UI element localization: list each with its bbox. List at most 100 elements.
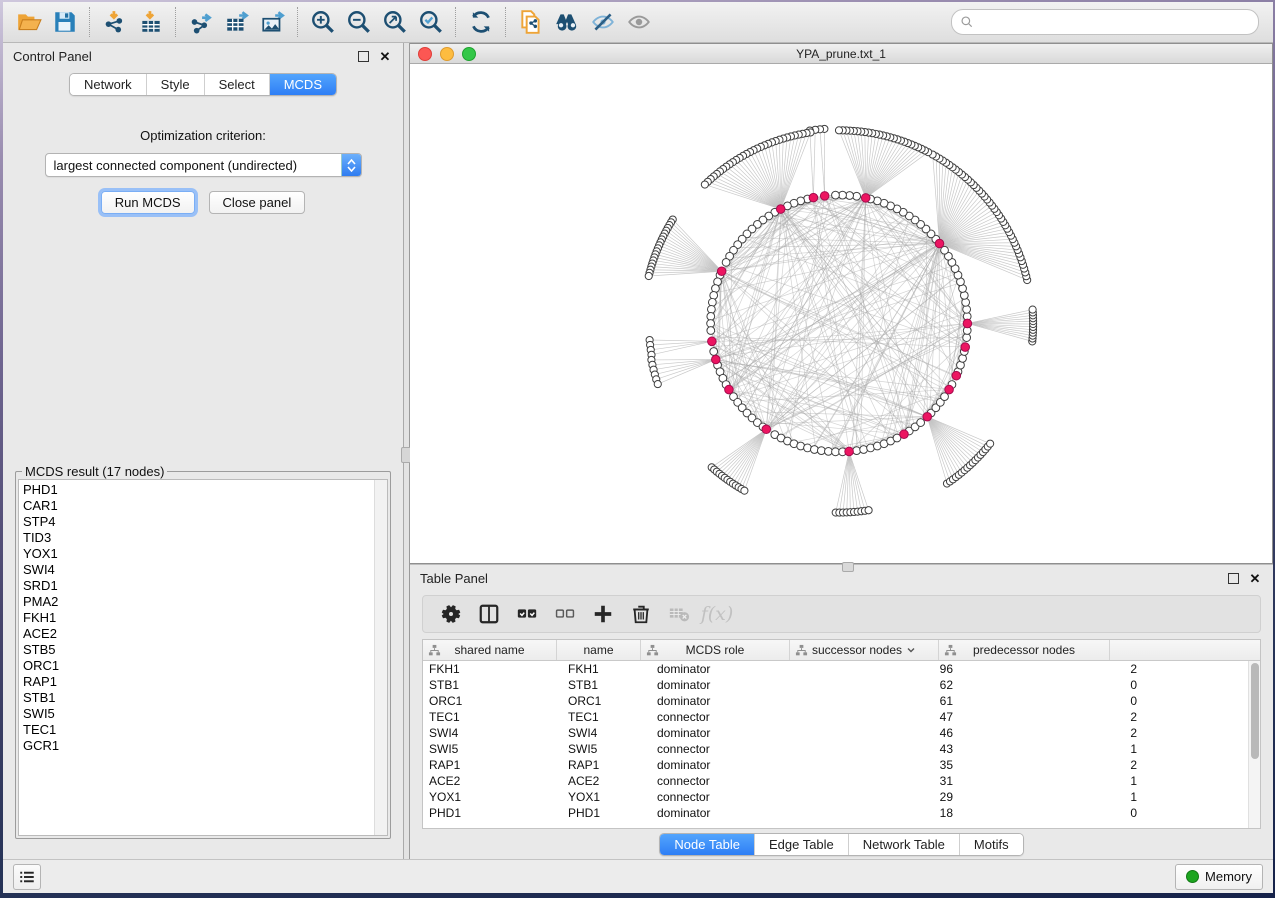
refresh-button[interactable] (463, 6, 499, 38)
search-box[interactable] (951, 9, 1259, 35)
mcds-result-item[interactable]: SWI4 (23, 562, 370, 578)
scrollbar-thumb[interactable] (1251, 663, 1259, 759)
network-graph[interactable] (410, 64, 1272, 563)
import-network-button[interactable] (97, 6, 133, 38)
mcds-list-scrollbar[interactable] (374, 480, 387, 835)
delete-row-button[interactable] (627, 601, 655, 627)
cell-predecessor-nodes: 2 (967, 662, 1147, 676)
mcds-result-item[interactable]: SRD1 (23, 578, 370, 594)
memory-status-icon (1186, 870, 1199, 883)
table-row[interactable]: YOX1YOX1connector291 (423, 789, 1260, 805)
select-all-button[interactable] (513, 601, 541, 627)
clone-network-button[interactable] (513, 6, 549, 38)
export-table-button[interactable] (219, 6, 255, 38)
deselect-all-button[interactable] (551, 601, 579, 627)
mcds-result-item[interactable]: FKH1 (23, 610, 370, 626)
toolbar-separator (175, 7, 177, 37)
cell-predecessor-nodes: 0 (967, 678, 1147, 692)
save-session-button[interactable] (47, 6, 83, 38)
mcds-result-item[interactable]: TEC1 (23, 722, 370, 738)
open-file-button[interactable] (11, 6, 47, 38)
tab-edge-table[interactable]: Edge Table (754, 834, 848, 855)
export-network-button[interactable] (183, 6, 219, 38)
settings-icon (440, 603, 462, 625)
import-network-icon (102, 9, 128, 35)
zoom-out-button[interactable] (341, 6, 377, 38)
toolbar-separator (505, 7, 507, 37)
table-panel-title: Table Panel (420, 571, 1219, 586)
table-panel-float-button[interactable] (1225, 570, 1241, 586)
mcds-result-item[interactable]: TID3 (23, 530, 370, 546)
tab-mcds[interactable]: MCDS (269, 74, 336, 95)
horizontal-splitter-grip[interactable] (842, 562, 854, 572)
zoom-fit-button[interactable] (377, 6, 413, 38)
control-panel-float-button[interactable] (355, 48, 371, 64)
mcds-result-item[interactable]: ACE2 (23, 626, 370, 642)
tree-icon (795, 644, 808, 657)
tab-network[interactable]: Network (70, 74, 146, 95)
tab-network-table[interactable]: Network Table (848, 834, 959, 855)
mcds-result-item[interactable]: STB5 (23, 642, 370, 658)
table-row[interactable]: TEC1TEC1connector472 (423, 709, 1260, 725)
column-header-name[interactable]: name (557, 640, 641, 660)
tab-motifs[interactable]: Motifs (959, 834, 1023, 855)
table-row[interactable]: ACE2ACE2connector311 (423, 773, 1260, 789)
criterion-dropdown[interactable]: largest connected component (undirected) (45, 153, 362, 177)
column-layout-button[interactable] (475, 601, 503, 627)
memory-button[interactable]: Memory (1175, 864, 1263, 890)
network-canvas[interactable] (410, 64, 1272, 563)
table-row[interactable]: ORC1ORC1dominator610 (423, 693, 1260, 709)
task-history-button[interactable] (13, 864, 41, 890)
column-label: successor nodes (812, 643, 902, 657)
hide-selected-button[interactable] (585, 6, 621, 38)
search-network-button[interactable] (549, 6, 585, 38)
mcds-result-item[interactable]: SWI5 (23, 706, 370, 722)
table-body: FKH1FKH1dominator962STB1STB1dominator620… (423, 661, 1260, 828)
tab-style[interactable]: Style (146, 74, 204, 95)
toolbar-separator (297, 7, 299, 37)
close-panel-button[interactable]: Close panel (209, 191, 306, 214)
zoom-in-button[interactable] (305, 6, 341, 38)
mcds-result-item[interactable]: STB1 (23, 690, 370, 706)
column-header-MCDS-role[interactable]: MCDS role (641, 640, 790, 660)
mcds-result-item[interactable]: PMA2 (23, 594, 370, 610)
column-label: name (583, 643, 613, 657)
mcds-result-list[interactable]: PHD1CAR1STP4TID3YOX1SWI4SRD1PMA2FKH1ACE2… (19, 480, 374, 835)
table-panel-close-button[interactable]: ✕ (1247, 570, 1263, 586)
mcds-result-item[interactable]: CAR1 (23, 498, 370, 514)
cell-predecessor-nodes: 2 (967, 726, 1147, 740)
mcds-result-item[interactable]: ORC1 (23, 658, 370, 674)
control-panel-close-button[interactable]: ✕ (377, 48, 393, 64)
delete-table-button (665, 601, 693, 627)
show-all-button[interactable] (621, 6, 657, 38)
column-header-predecessor-nodes[interactable]: predecessor nodes (939, 640, 1110, 660)
run-mcds-button[interactable]: Run MCDS (101, 191, 195, 214)
table-row[interactable]: SWI4SWI4dominator462 (423, 725, 1260, 741)
search-input[interactable] (979, 14, 1250, 30)
mcds-result-item[interactable]: GCR1 (23, 738, 370, 754)
mcds-result-item[interactable]: PHD1 (23, 482, 370, 498)
cell-name: SWI4 (562, 726, 651, 740)
settings-button[interactable] (437, 601, 465, 627)
tab-select[interactable]: Select (204, 74, 269, 95)
column-header-shared-name[interactable]: shared name (423, 640, 557, 660)
column-header-successor-nodes[interactable]: successor nodes (790, 640, 939, 660)
network-window-titlebar[interactable]: YPA_prune.txt_1 (410, 44, 1272, 64)
table-row[interactable]: SWI5SWI5connector431 (423, 741, 1260, 757)
table-row[interactable]: FKH1FKH1dominator962 (423, 661, 1260, 677)
import-table-button[interactable] (133, 6, 169, 38)
mcds-result-item[interactable]: RAP1 (23, 674, 370, 690)
tab-node-table[interactable]: Node Table (660, 834, 754, 855)
table-row[interactable]: PHD1PHD1dominator180 (423, 805, 1260, 821)
cell-name: YOX1 (562, 790, 651, 804)
cell-shared-name: SWI5 (423, 742, 562, 756)
zoom-out-icon (346, 9, 372, 35)
table-row[interactable]: RAP1RAP1dominator352 (423, 757, 1260, 773)
mcds-result-item[interactable]: STP4 (23, 514, 370, 530)
add-row-button[interactable] (589, 601, 617, 627)
export-image-button[interactable] (255, 6, 291, 38)
table-scrollbar[interactable] (1248, 661, 1260, 828)
table-row[interactable]: STB1STB1dominator620 (423, 677, 1260, 693)
zoom-selected-button[interactable] (413, 6, 449, 38)
mcds-result-item[interactable]: YOX1 (23, 546, 370, 562)
